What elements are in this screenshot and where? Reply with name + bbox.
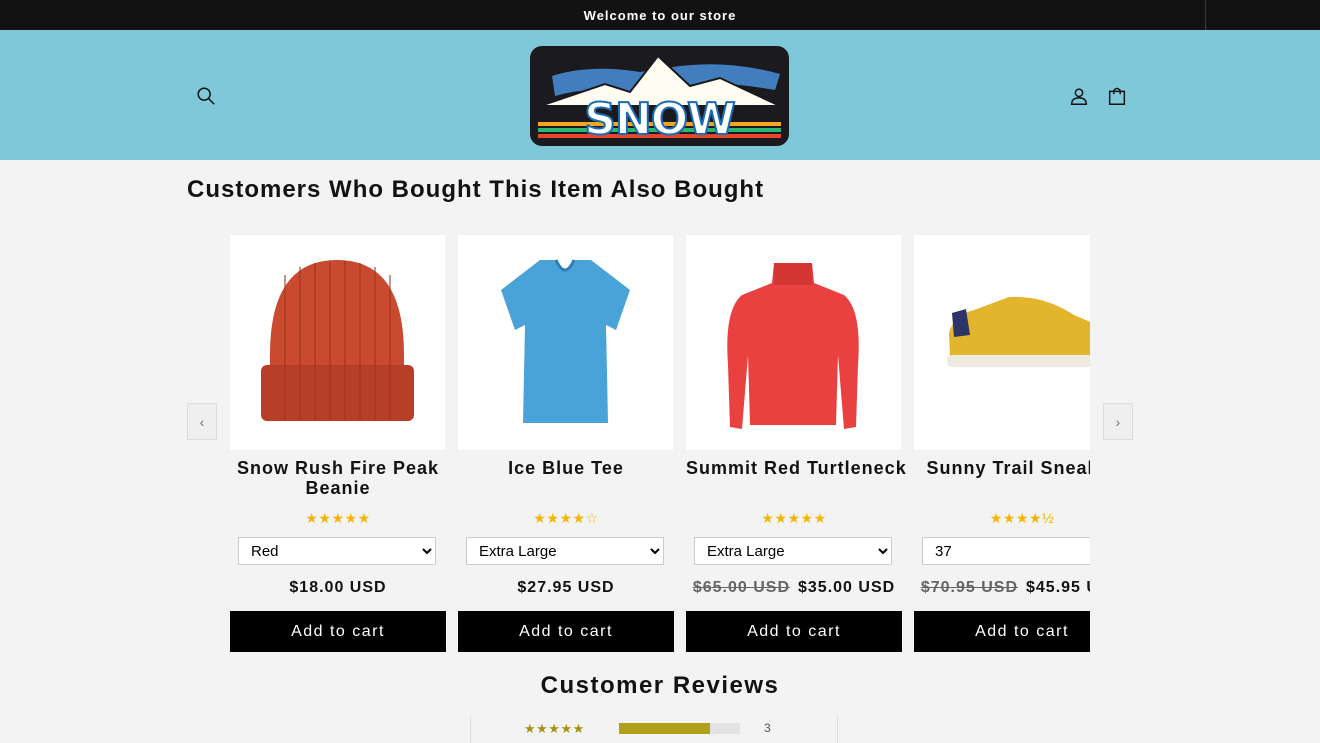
search-icon[interactable]: [190, 80, 222, 112]
sale-price: $35.00 USD: [798, 579, 896, 596]
product-image-sneaker[interactable]: [914, 235, 1090, 450]
product-title[interactable]: Summit Red Turtleneck: [686, 450, 906, 510]
chevron-right-icon: ›: [1115, 413, 1121, 430]
announcement-divider: [1205, 0, 1206, 30]
carousel-prev-button[interactable]: ‹: [187, 403, 217, 440]
rating-stars: ★★★★★: [305, 510, 371, 526]
reviews-summary: ★★★★★ 3: [470, 716, 838, 743]
price: $65.00 USD $35.00 USD: [686, 565, 902, 611]
compare-at-price: $70.95 USD: [920, 579, 1018, 596]
add-to-cart-button[interactable]: Add to cart: [686, 611, 902, 652]
product-title[interactable]: Snow Rush Fire Peak Beanie: [230, 450, 446, 510]
compare-at-price: $65.00 USD: [692, 579, 790, 596]
add-to-cart-button[interactable]: Add to cart: [914, 611, 1090, 652]
review-row-stars: ★★★★★: [524, 721, 585, 736]
product-carousel: Snow Rush Fire Peak Beanie ★★★★★ Red $18…: [230, 235, 1090, 655]
section-title: Customers Who Bought This Item Also Boug…: [187, 176, 765, 203]
product-image-turtleneck[interactable]: [686, 235, 901, 450]
product-image-beanie[interactable]: [230, 235, 445, 450]
variant-select[interactable]: 37: [922, 537, 1090, 565]
product-title[interactable]: Sunny Trail Sneaker: [914, 450, 1090, 510]
rating-stars: ★★★★★: [761, 510, 827, 526]
announcement-text: Welcome to our store: [583, 7, 737, 23]
review-distribution-bar: [619, 723, 740, 734]
price: $27.95 USD: [458, 565, 674, 611]
announcement-bar: Welcome to our store: [0, 0, 1320, 30]
rating-stars: ★★★★☆: [533, 510, 599, 526]
rating-stars: ★★★★½: [989, 510, 1055, 526]
product-card: Summit Red Turtleneck ★★★★★ Extra Large …: [686, 235, 906, 652]
logo-text: SNOW RUSH: [583, 93, 736, 146]
product-title[interactable]: Ice Blue Tee: [458, 450, 674, 510]
variant-select[interactable]: Extra Large: [694, 537, 892, 565]
review-bar-fill: [619, 723, 710, 734]
reviews-title: Customer Reviews: [540, 672, 780, 699]
variant-select[interactable]: Extra Large: [466, 537, 664, 565]
price: $70.95 USD $45.95 USD: [914, 565, 1090, 611]
account-icon[interactable]: [1063, 80, 1095, 112]
sale-price: $27.95 USD: [517, 579, 615, 596]
product-image-tee[interactable]: [458, 235, 673, 450]
variant-select[interactable]: Red: [238, 537, 436, 565]
sale-price: $18.00 USD: [289, 579, 387, 596]
carousel-next-button[interactable]: ›: [1103, 403, 1133, 440]
sale-price: $45.95 USD: [1026, 579, 1090, 596]
add-to-cart-button[interactable]: Add to cart: [230, 611, 446, 652]
store-logo[interactable]: SNOW RUSH: [530, 46, 789, 146]
product-card: Ice Blue Tee ★★★★☆ Extra Large $27.95 US…: [458, 235, 674, 652]
site-header: SNOW RUSH: [0, 30, 1320, 160]
chevron-left-icon: ‹: [199, 413, 205, 430]
price: $18.00 USD: [230, 565, 446, 611]
product-card: Sunny Trail Sneaker ★★★★½ 37 $70.95 USD …: [914, 235, 1090, 652]
product-card: Snow Rush Fire Peak Beanie ★★★★★ Red $18…: [230, 235, 446, 652]
cart-icon[interactable]: [1101, 80, 1133, 112]
add-to-cart-button[interactable]: Add to cart: [458, 611, 674, 652]
review-count: 3: [764, 721, 771, 735]
